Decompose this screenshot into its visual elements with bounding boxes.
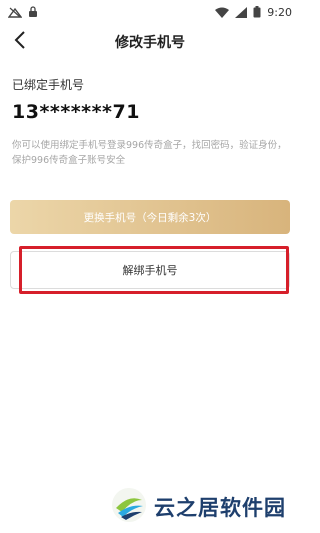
battery-icon [253,6,261,18]
watermark-logo-icon [110,486,148,528]
wifi-icon [215,7,230,18]
watermark-text: 云之居软件园 [154,496,286,520]
status-bar: 9:20 [0,0,300,24]
page-title: 修改手机号 [115,35,185,51]
watermark: 云之居软件园 [110,486,286,528]
bound-phone-label: 已绑定手机号 [12,78,85,92]
change-phone-label: 更换手机号（今日剩余3次） [83,211,217,224]
cellular-icon [235,6,248,18]
signal-icon [8,6,22,18]
lock-icon [28,6,38,18]
status-time: 9:20 [267,5,292,19]
phone-number: 13*******71 [12,101,140,123]
description-text: 你可以使用绑定手机号登录996传奇盒子，找回密码，验证身份，保护996传奇盒子账… [12,140,287,166]
unbind-phone-button[interactable]: 解绑手机号 [10,251,290,289]
header: 修改手机号 [0,24,300,60]
status-right: 9:20 [215,6,292,19]
status-left [8,6,38,18]
change-phone-button[interactable]: 更换手机号（今日剩余3次） [10,200,290,234]
unbind-phone-label: 解绑手机号 [122,264,178,277]
